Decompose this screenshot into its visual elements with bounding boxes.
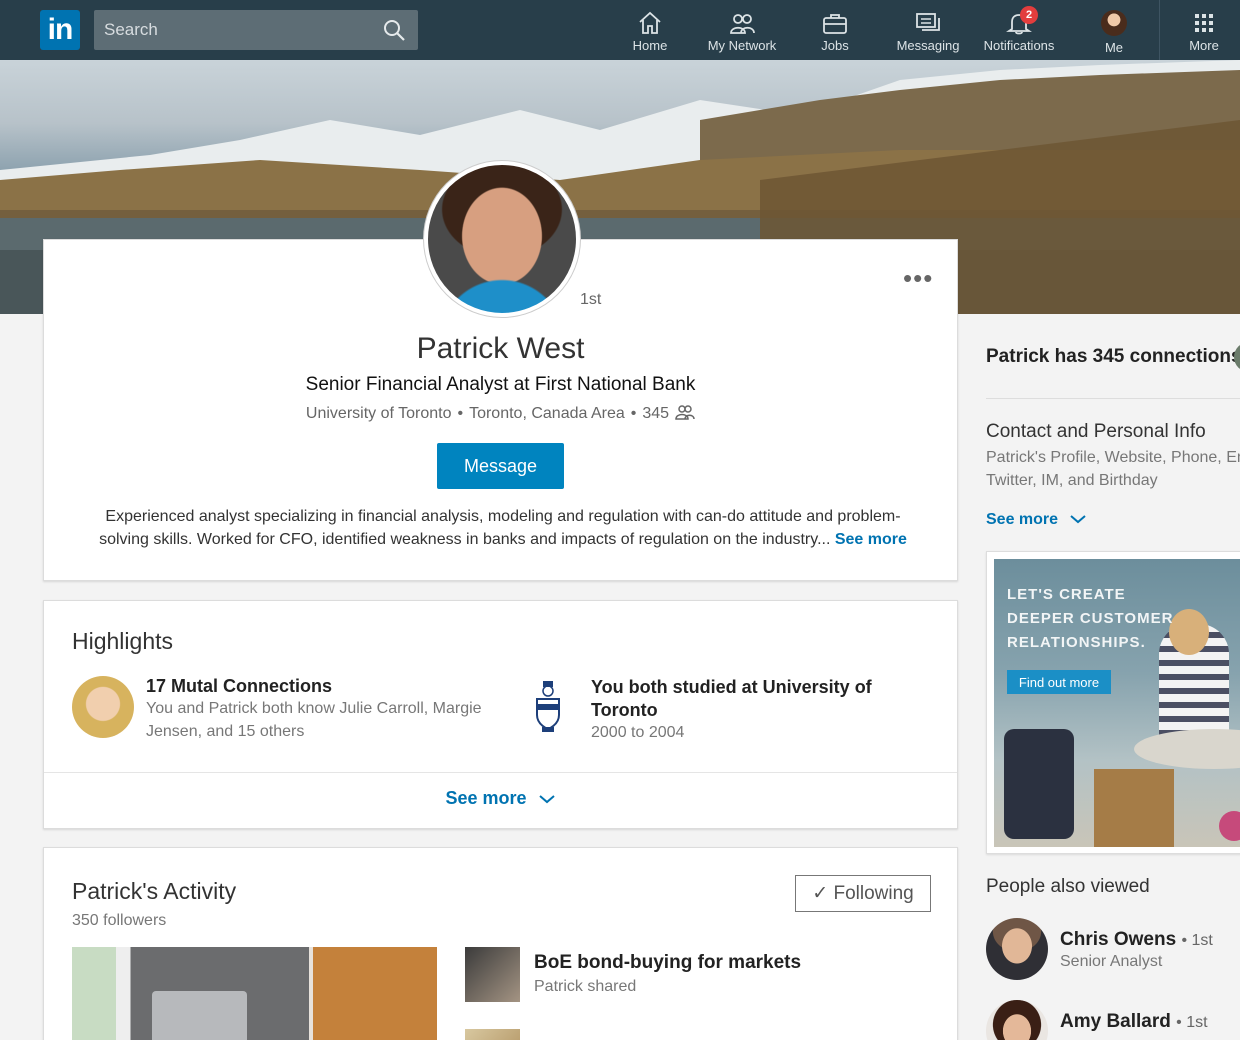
contact-info-summary: Patrick's Profile, Website, Phone, Email… bbox=[986, 449, 1240, 489]
profile-photo[interactable] bbox=[424, 161, 580, 317]
shared-school-heading[interactable]: You both studied at University of Toront… bbox=[591, 676, 911, 722]
ad-accent-dot bbox=[1219, 811, 1240, 841]
following-label: Following bbox=[833, 883, 914, 904]
activity-title: Patrick's Activity bbox=[72, 878, 237, 904]
grid-icon bbox=[1195, 14, 1213, 32]
highlights-see-more-label: See more bbox=[445, 788, 527, 808]
ad-chair bbox=[1004, 729, 1074, 839]
person-avatar[interactable] bbox=[986, 918, 1048, 980]
mutual-connection-avatar[interactable] bbox=[72, 676, 134, 738]
ad-image: LET'S CREATE DEEPER CUSTOMER RELATIONSHI… bbox=[994, 559, 1240, 847]
profile-connection-count[interactable]: 345 bbox=[642, 405, 669, 422]
person-name[interactable]: Amy Ballard bbox=[1060, 1011, 1171, 1032]
search-icon[interactable] bbox=[382, 18, 406, 42]
nav-divider bbox=[1159, 0, 1160, 60]
home-icon bbox=[639, 11, 661, 34]
connections-icon bbox=[675, 405, 695, 420]
more-options-icon[interactable]: ••• bbox=[903, 265, 933, 291]
search-input[interactable] bbox=[94, 10, 374, 50]
check-icon: ✓ bbox=[812, 883, 834, 904]
activity-featured-image[interactable] bbox=[72, 947, 437, 1040]
profile-headline: Senior Financial Analyst at First Nation… bbox=[305, 374, 696, 395]
people-also-viewed-title: People also viewed bbox=[986, 876, 1150, 897]
ad-cta-button[interactable]: Find out more bbox=[1007, 670, 1111, 694]
ad-table bbox=[1134, 729, 1240, 769]
me-avatar bbox=[1101, 10, 1127, 36]
nav-more[interactable]: More bbox=[1184, 0, 1224, 60]
connection-degree: 1st bbox=[580, 291, 602, 308]
post-thumbnail-2[interactable] bbox=[465, 1029, 520, 1040]
ad-headline: LET'S CREATE DEEPER CUSTOMER RELATIONSHI… bbox=[1007, 586, 1174, 651]
summary-see-more-link[interactable]: See more bbox=[835, 531, 907, 548]
following-button[interactable]: ✓ Following bbox=[795, 875, 931, 912]
nav-messaging[interactable]: Messaging bbox=[893, 0, 963, 60]
chevron-down-icon bbox=[1069, 515, 1086, 524]
nav-home-label: Home bbox=[632, 38, 668, 53]
post-meta: Patrick shared bbox=[534, 978, 637, 995]
activity-followers: 350 followers bbox=[72, 912, 167, 929]
university-crest-icon bbox=[536, 681, 560, 732]
person-role: Senior Analyst bbox=[1060, 953, 1163, 970]
top-nav: in Home My Network Jobs Messaging 2 Noti… bbox=[0, 0, 1240, 60]
message-button[interactable]: Message bbox=[437, 443, 564, 489]
nav-me-label: Me bbox=[1104, 40, 1124, 55]
person-avatar[interactable] bbox=[986, 1000, 1048, 1040]
summary-text: Experienced analyst specializing in fina… bbox=[99, 508, 901, 548]
profile-summary: Experienced analyst specializing in fina… bbox=[83, 505, 923, 551]
post-title[interactable]: BoE bond-buying for markets bbox=[534, 952, 801, 974]
highlights-title: Highlights bbox=[72, 628, 173, 654]
search-box[interactable] bbox=[94, 10, 418, 50]
right-rail-divider bbox=[986, 398, 1240, 399]
nav-jobs[interactable]: Jobs bbox=[810, 0, 860, 60]
nav-more-label: More bbox=[1189, 38, 1219, 53]
advertisement[interactable]: LET'S CREATE DEEPER CUSTOMER RELATIONSHI… bbox=[986, 551, 1240, 854]
person-degree: • 1st bbox=[1181, 932, 1213, 949]
person-name[interactable]: Chris Owens bbox=[1060, 929, 1176, 950]
contact-info-title: Contact and Personal Info bbox=[986, 421, 1206, 442]
nav-notifications-label: Notifications bbox=[983, 38, 1055, 53]
mutual-connections-text: You and Patrick both know Julie Carroll,… bbox=[146, 700, 482, 740]
profile-location: Toronto, Canada Area bbox=[469, 405, 625, 422]
ad-chair-2 bbox=[1094, 769, 1174, 847]
nav-notifications[interactable]: 2 Notifications bbox=[978, 0, 1060, 60]
shared-school-years: 2000 to 2004 bbox=[591, 724, 685, 741]
post-thumbnail[interactable] bbox=[465, 947, 520, 1002]
highlights-divider bbox=[44, 772, 957, 773]
notification-badge: 2 bbox=[1020, 6, 1038, 24]
nav-home[interactable]: Home bbox=[622, 0, 678, 60]
highlights-card: Highlights 17 Mutal Connections You and … bbox=[43, 600, 958, 829]
nav-messaging-label: Messaging bbox=[896, 38, 960, 53]
mutual-connections-heading[interactable]: 17 Mutal Connections bbox=[146, 676, 332, 697]
nav-my-network[interactable]: My Network bbox=[702, 0, 782, 60]
nav-me[interactable]: Me bbox=[1095, 0, 1133, 60]
contact-see-more-button[interactable]: See more bbox=[986, 511, 1087, 529]
briefcase-icon bbox=[823, 14, 847, 34]
person-degree: • 1st bbox=[1176, 1014, 1208, 1031]
nav-jobs-label: Jobs bbox=[821, 38, 849, 53]
connections-heading[interactable]: Patrick has 345 connections bbox=[986, 346, 1240, 368]
nav-my-network-label: My Network bbox=[707, 38, 777, 53]
highlights-see-more-button[interactable]: See more bbox=[44, 788, 957, 809]
profile-name: Patrick West bbox=[416, 332, 585, 365]
contact-see-more-label: See more bbox=[986, 511, 1059, 528]
profile-meta: University of Toronto • Toronto, Canada Ar… bbox=[43, 404, 958, 423]
person-name-row[interactable]: Chris Owens • 1st bbox=[1060, 929, 1213, 951]
laptop-illustration bbox=[152, 991, 247, 1040]
network-icon bbox=[730, 14, 755, 34]
chevron-down-icon bbox=[538, 795, 555, 804]
messaging-icon bbox=[916, 13, 940, 31]
profile-school[interactable]: University of Toronto bbox=[306, 405, 452, 422]
activity-card: Patrick's Activity 350 followers ✓ Follo… bbox=[43, 847, 958, 1040]
person-name-row[interactable]: Amy Ballard • 1st bbox=[1060, 1011, 1208, 1033]
linkedin-logo[interactable]: in bbox=[40, 10, 80, 50]
